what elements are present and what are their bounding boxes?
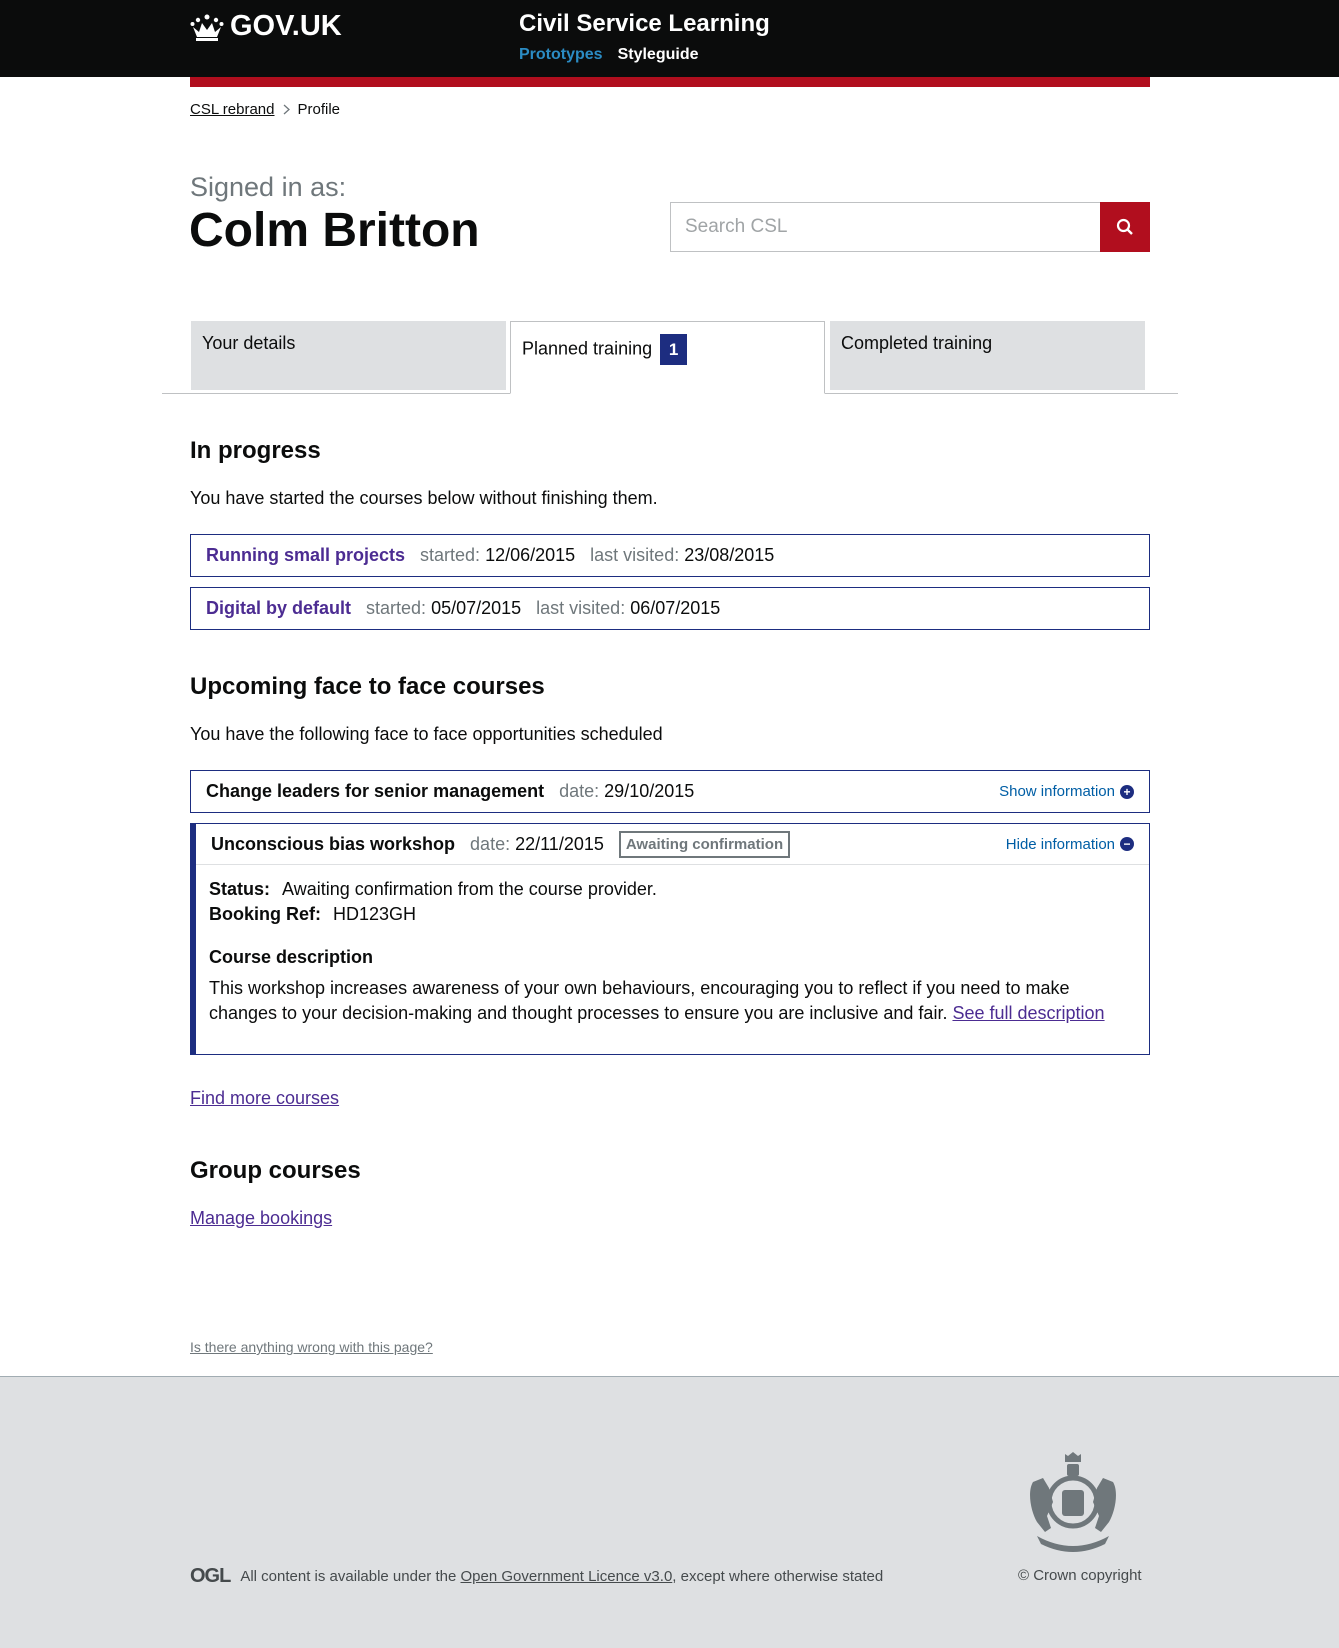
upcoming-heading: Upcoming face to face courses bbox=[190, 673, 545, 700]
course-card: Digital by default started: 05/07/2015 l… bbox=[190, 587, 1150, 630]
course-title: Change leaders for senior management bbox=[206, 781, 545, 801]
logo-text: GOV.UK bbox=[230, 10, 342, 42]
search-input[interactable] bbox=[670, 202, 1100, 252]
licence-text: All content is available under the Open … bbox=[240, 1568, 883, 1585]
course-link[interactable]: Running small projects bbox=[206, 545, 405, 566]
show-information-toggle[interactable]: Show information + bbox=[999, 783, 1134, 800]
breadcrumb-link-csl-rebrand[interactable]: CSL rebrand bbox=[190, 101, 275, 118]
face-to-face-card: Change leaders for senior management dat… bbox=[190, 770, 1150, 813]
ogl-logo: OGL bbox=[190, 1565, 231, 1587]
report-problem-link[interactable]: Is there anything wrong with this page? bbox=[190, 1339, 433, 1355]
face-to-face-card-expanded: Unconscious bias workshop date: 22/11/20… bbox=[190, 823, 1150, 1055]
course-date: 22/11/2015 bbox=[515, 833, 604, 854]
toggle-label: Show information bbox=[999, 783, 1115, 800]
course-description-title: Course description bbox=[209, 947, 374, 967]
search-button[interactable] bbox=[1100, 202, 1150, 252]
group-courses-heading: Group courses bbox=[190, 1157, 361, 1184]
licence-prefix: All content is available under the bbox=[240, 1568, 457, 1585]
booking-ref-label: Booking Ref: bbox=[209, 904, 321, 924]
crown-icon bbox=[190, 14, 224, 41]
breadcrumb-current: Profile bbox=[297, 101, 341, 118]
service-nav: Prototypes Styleguide bbox=[519, 46, 698, 64]
manage-bookings-link[interactable]: Manage bookings bbox=[190, 1208, 332, 1229]
date-label: date: bbox=[470, 833, 511, 854]
status-badge: Awaiting confirmation bbox=[618, 830, 791, 858]
status-value: Awaiting confirmation from the course pr… bbox=[282, 879, 657, 899]
course-title: Unconscious bias workshop bbox=[211, 833, 456, 854]
nav-styleguide[interactable]: Styleguide bbox=[618, 46, 699, 64]
booking-ref-value: HD123GH bbox=[333, 904, 417, 924]
in-progress-intro: You have started the courses below witho… bbox=[190, 488, 658, 508]
tab-label: Your details bbox=[202, 333, 296, 353]
find-more-courses-link[interactable]: Find more courses bbox=[190, 1088, 339, 1109]
course-details: Status: Awaiting confirmation from the co… bbox=[196, 865, 1149, 1054]
date-label: date: bbox=[559, 781, 600, 801]
course-description: This workshop increases awareness of you… bbox=[209, 976, 1134, 1026]
footer bbox=[0, 1376, 1339, 1648]
chevron-right-icon bbox=[283, 104, 290, 115]
visited-date: 06/07/2015 bbox=[630, 598, 721, 618]
tab-planned-training[interactable]: Planned training 1 bbox=[510, 321, 825, 394]
upcoming-intro: You have the following face to face oppo… bbox=[190, 724, 663, 744]
started-date: 12/06/2015 bbox=[485, 545, 576, 565]
royal-coat-of-arms-icon bbox=[1030, 1452, 1116, 1552]
header-accent-bar bbox=[190, 77, 1150, 87]
started-label: started: bbox=[366, 598, 427, 618]
tab-label: Planned training bbox=[522, 338, 653, 359]
tab-completed-training[interactable]: Completed training bbox=[830, 321, 1145, 390]
tab-your-details[interactable]: Your details bbox=[191, 321, 506, 390]
plus-circle-icon: + bbox=[1120, 784, 1134, 799]
course-card: Running small projects started: 12/06/20… bbox=[190, 534, 1150, 577]
search-form bbox=[670, 202, 1150, 252]
search-icon bbox=[1116, 218, 1133, 235]
licence-info: OGL All content is available under the O… bbox=[190, 1565, 883, 1588]
global-header: GOV.UK Civil Service Learning Prototypes… bbox=[0, 0, 1339, 77]
toggle-label: Hide information bbox=[1005, 835, 1115, 853]
course-date: 29/10/2015 bbox=[604, 781, 695, 801]
visited-date: 23/08/2015 bbox=[684, 545, 775, 565]
service-name[interactable]: Civil Service Learning bbox=[519, 10, 770, 38]
see-full-description-link[interactable]: See full description bbox=[952, 1003, 1104, 1023]
govuk-logo[interactable]: GOV.UK bbox=[190, 10, 342, 43]
signed-in-label: Signed in as: bbox=[190, 172, 347, 202]
licence-suffix: , except where otherwise stated bbox=[672, 1568, 884, 1585]
user-name: Colm Britton bbox=[189, 204, 480, 257]
visited-label: last visited: bbox=[536, 598, 626, 618]
crown-copyright-link[interactable]: © Crown copyright bbox=[1018, 1567, 1142, 1584]
visited-label: last visited: bbox=[590, 545, 680, 565]
hide-information-toggle[interactable]: Hide information − bbox=[1006, 836, 1134, 853]
breadcrumb: CSL rebrand Profile bbox=[190, 101, 340, 118]
started-label: started: bbox=[420, 545, 481, 565]
tab-label: Completed training bbox=[841, 333, 993, 353]
licence-link[interactable]: Open Government Licence v3.0 bbox=[461, 1568, 673, 1585]
started-date: 05/07/2015 bbox=[431, 598, 522, 618]
minus-circle-icon: − bbox=[1120, 837, 1134, 851]
course-description-text: This workshop increases awareness of you… bbox=[209, 978, 1070, 1023]
nav-prototypes[interactable]: Prototypes bbox=[519, 46, 603, 64]
count-badge: 1 bbox=[660, 334, 688, 365]
course-link[interactable]: Digital by default bbox=[206, 598, 351, 619]
in-progress-heading: In progress bbox=[190, 437, 321, 464]
status-label: Status: bbox=[209, 879, 271, 899]
